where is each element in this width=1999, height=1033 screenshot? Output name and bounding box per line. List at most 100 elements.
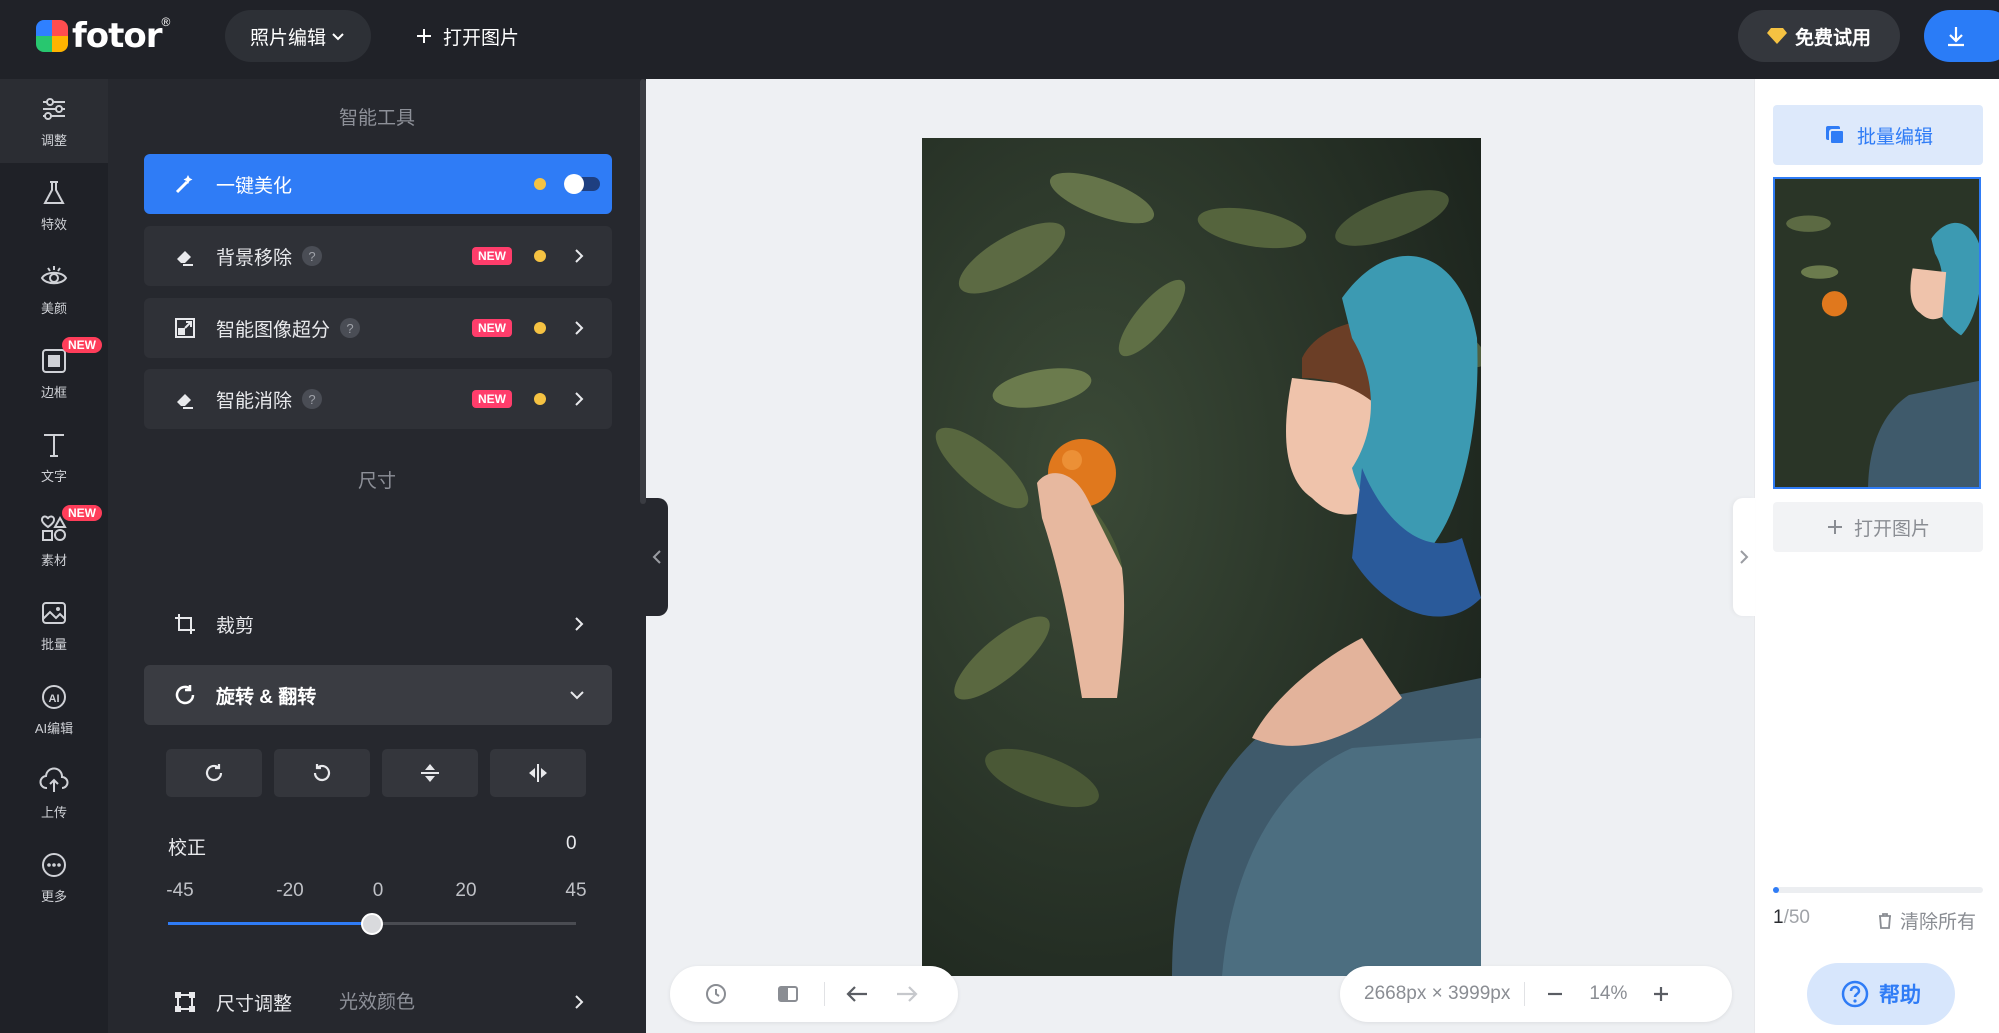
help-icon[interactable]: ? — [302, 389, 323, 409]
image-count-progress — [1773, 887, 1983, 893]
rail-item-elements[interactable]: 素材 NEW — [0, 499, 108, 583]
layers-icon — [1825, 126, 1845, 145]
fotor-logo-text: fotor — [72, 16, 163, 56]
free-trial-button[interactable]: 免费试用 — [1738, 10, 1900, 62]
zoom-out-icon[interactable] — [1545, 984, 1565, 1004]
history-icon[interactable] — [704, 982, 728, 1006]
tool-label: 背景移除 — [216, 247, 293, 269]
new-badge: NEW — [472, 247, 512, 265]
rail-item-effects[interactable]: 特效 — [0, 163, 108, 247]
chevron-right-icon — [575, 392, 584, 406]
plus-icon — [417, 29, 431, 43]
flask-icon — [43, 180, 65, 204]
flip-vertical-button[interactable] — [382, 749, 478, 797]
thumbnail-illustration — [1775, 179, 1979, 487]
straighten-slider-thumb[interactable] — [361, 913, 383, 935]
rotate-right-button[interactable] — [166, 749, 262, 797]
one-click-enhance[interactable]: 一键美化 — [144, 154, 612, 214]
rail-item-label: 调整 — [40, 132, 67, 148]
rotate-left-button[interactable] — [274, 749, 370, 797]
help-label: 帮助 — [1879, 984, 1921, 1007]
clear-all-button[interactable]: 清除所有 — [1876, 907, 1976, 934]
redo-icon[interactable] — [893, 982, 919, 1006]
question-icon — [1841, 980, 1869, 1008]
batch-edit-button[interactable]: 批量编辑 — [1773, 105, 1983, 165]
rail-item-batch[interactable]: 批量 — [0, 583, 108, 667]
mode-dropdown-label: 照片编辑 — [249, 27, 326, 49]
background-remove[interactable]: 背景移除 ? NEW — [144, 226, 612, 286]
download-button[interactable] — [1924, 10, 1999, 62]
zoom-toolbar: 2668px × 3999px 14% — [1340, 966, 1732, 1022]
clear-all-label: 清除所有 — [1900, 912, 1977, 933]
text-icon — [44, 433, 64, 457]
zoom-level: 14% — [1589, 983, 1628, 1004]
diamond-icon — [1766, 28, 1787, 44]
status-dot — [534, 322, 546, 334]
tool-label: 智能图像超分 — [216, 319, 331, 341]
rail-item-upload[interactable]: 上传 — [0, 751, 108, 835]
crop-tool[interactable]: 裁剪 — [144, 594, 612, 654]
chevron-right-icon — [575, 249, 584, 263]
eye-icon — [40, 265, 68, 284]
chevron-right-icon — [575, 321, 584, 335]
ai-upscale[interactable]: 智能图像超分 ? NEW — [144, 298, 612, 358]
image-thumbnail[interactable] — [1773, 177, 1981, 489]
smart-erase[interactable]: 智能消除 ? NEW — [144, 369, 612, 429]
magic-wand-icon — [172, 171, 198, 197]
image-count-current: 1 — [1773, 907, 1784, 928]
mode-dropdown[interactable]: 照片编辑 — [225, 10, 371, 62]
open-image-button[interactable]: 打开图片 — [415, 10, 519, 62]
download-icon — [1948, 27, 1964, 47]
straighten-slider-fill — [168, 922, 372, 925]
tool-label: 裁剪 — [216, 615, 255, 637]
rail-item-adjust[interactable]: 调整 — [0, 79, 108, 163]
rail-item-frame[interactable]: 边框 NEW — [0, 331, 108, 415]
eraser-icon — [172, 386, 198, 412]
open-image-button-secondary[interactable]: 打开图片 — [1773, 502, 1983, 552]
slider-tick-label: -45 — [166, 880, 194, 901]
rail-item-label: 特效 — [40, 216, 67, 232]
flip-horizontal-icon — [529, 764, 547, 782]
compare-icon[interactable] — [776, 982, 800, 1006]
rail-item-label: 上传 — [40, 804, 67, 820]
help-button[interactable]: 帮助 — [1807, 963, 1955, 1025]
flip-horizontal-button[interactable] — [490, 749, 586, 797]
fotor-logo[interactable]: fotor ® — [36, 15, 170, 56]
slider-tick-label: 0 — [372, 880, 384, 901]
help-icon[interactable]: ? — [340, 318, 361, 338]
zoom-in-icon[interactable] — [1651, 984, 1671, 1004]
batch-edit-label: 批量编辑 — [1856, 126, 1933, 148]
rail-item-label: 文字 — [40, 468, 67, 484]
tool-rail: 调整 特效 美颜 边框 NEW 文字 素材 NEW 批量 AI AI编辑 上传 … — [0, 79, 108, 1033]
rail-item-label: 素材 — [40, 552, 67, 568]
rail-item-more[interactable]: 更多 — [0, 835, 108, 919]
collapse-panel-tab[interactable] — [646, 498, 668, 616]
rotate-ccw-icon — [313, 764, 331, 782]
rail-item-text[interactable]: 文字 — [0, 415, 108, 499]
edited-photo[interactable] — [922, 138, 1481, 976]
more-icon — [42, 852, 66, 877]
rail-item-ai-edit[interactable]: AI AI编辑 — [0, 667, 108, 751]
flip-vertical-icon — [421, 764, 439, 782]
enhance-toggle[interactable] — [564, 174, 600, 194]
help-icon[interactable]: ? — [302, 246, 323, 266]
rail-item-beauty[interactable]: 美颜 — [0, 247, 108, 331]
history-toolbar — [670, 966, 958, 1022]
batch-icon — [42, 601, 66, 624]
expand-right-tab[interactable] — [1733, 498, 1755, 616]
fotor-logo-mark — [36, 20, 68, 52]
image-count: 1/50 — [1773, 907, 1810, 929]
open-image-label: 打开图片 — [443, 27, 520, 49]
status-dot — [534, 178, 546, 190]
undo-icon[interactable] — [845, 982, 871, 1006]
chevron-right-icon — [575, 617, 584, 631]
rail-item-label: 美颜 — [40, 300, 67, 316]
upscale-icon — [172, 315, 198, 341]
open-image-label: 打开图片 — [1853, 518, 1930, 540]
divider — [1524, 982, 1526, 1006]
status-dot — [534, 250, 546, 262]
chevron-down-icon — [570, 691, 584, 700]
rotate-flip-tool[interactable]: 旋转 & 翻转 — [144, 665, 612, 725]
tools-panel: 智能工具 一键美化 背景移除 ? NEW 智能图像超分 ? NEW 智能消除 ?… — [108, 79, 646, 1033]
tool-label: 旋转 & 翻转 — [216, 686, 317, 708]
